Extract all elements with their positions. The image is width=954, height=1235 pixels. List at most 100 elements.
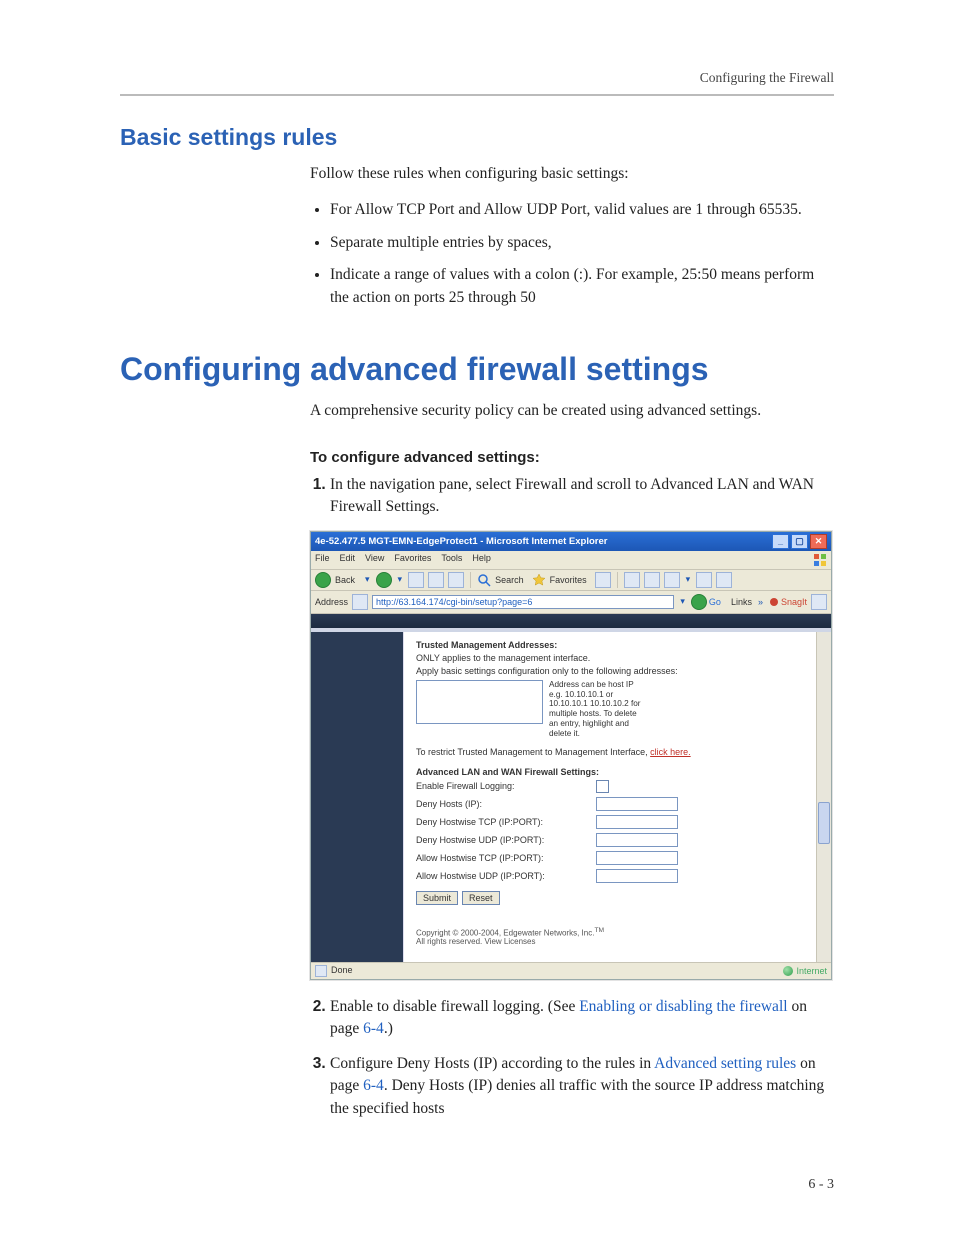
enable-logging-label: Enable Firewall Logging: <box>416 781 596 791</box>
stop-icon[interactable] <box>408 572 424 588</box>
enable-disable-firewall-link[interactable]: Enabling or disabling the firewall <box>579 998 787 1015</box>
go-icon <box>691 594 707 610</box>
page-ref-link[interactable]: 6-4 <box>363 1020 384 1037</box>
configure-steps-list-continued: Enable to disable firewall logging. (See… <box>310 996 834 1120</box>
status-done: Done <box>331 965 353 977</box>
basic-intro-paragraph: Follow these rules when configuring basi… <box>310 163 834 185</box>
print-icon[interactable] <box>644 572 660 588</box>
search-button[interactable]: Search <box>495 575 524 585</box>
page-number: 6 - 3 <box>808 1177 834 1193</box>
allow-udp-field[interactable] <box>596 869 678 883</box>
trusted-mgmt-heading: Trusted Management Addresses: <box>416 640 804 650</box>
heading-basic-settings-rules: Basic settings rules <box>120 124 834 151</box>
submit-button[interactable]: Submit <box>416 891 458 905</box>
menu-tools[interactable]: Tools <box>441 553 462 567</box>
edit-icon[interactable] <box>664 572 680 588</box>
deny-tcp-field[interactable] <box>596 815 678 829</box>
search-icon[interactable] <box>477 573 491 587</box>
copyright-text: Copyright © 2000-2004, Edgewater Network… <box>416 928 594 937</box>
status-page-icon <box>315 965 327 977</box>
refresh-icon[interactable] <box>428 572 444 588</box>
go-button[interactable]: Go <box>691 594 721 610</box>
browser-content-area: Trusted Management Addresses: ONLY appli… <box>311 632 831 962</box>
links-label[interactable]: Links <box>731 597 752 607</box>
menu-view[interactable]: View <box>365 553 384 567</box>
step-3-text: . Deny Hosts (IP) denies all traffic wit… <box>330 1077 824 1116</box>
navigation-pane[interactable] <box>311 632 403 962</box>
scrollbar-thumb[interactable] <box>818 802 830 844</box>
main-panel: Trusted Management Addresses: ONLY appli… <box>403 632 816 962</box>
go-label: Go <box>709 597 721 607</box>
enable-logging-row: Enable Firewall Logging: <box>416 780 804 793</box>
basic-rule-item: Separate multiple entries by spaces, <box>330 232 834 254</box>
restrict-mgmt-line: To restrict Trusted Management to Manage… <box>416 747 804 757</box>
step-2-text: .) <box>384 1020 393 1037</box>
menu-help[interactable]: Help <box>472 553 491 567</box>
forward-dropdown-icon[interactable]: ▾ <box>398 574 403 585</box>
step-2: Enable to disable firewall logging. (See… <box>330 996 834 1041</box>
allow-udp-label: Allow Hostwise UDP (IP:PORT): <box>416 871 596 881</box>
trusted-addresses-textarea[interactable] <box>416 680 543 724</box>
history-icon[interactable] <box>595 572 611 588</box>
heading-to-configure: To configure advanced settings: <box>310 449 834 466</box>
discuss-icon[interactable] <box>696 572 712 588</box>
embedded-screenshot: 4e-52.477.5 MGT-EMN-EdgeProtect1 - Micro… <box>310 531 832 980</box>
deny-hosts-ip-label: Deny Hosts (IP): <box>416 799 596 809</box>
minimize-button[interactable]: _ <box>772 534 789 549</box>
deny-tcp-label: Deny Hostwise TCP (IP:PORT): <box>416 817 596 827</box>
copyright-subtext: All rights reserved. View Licenses <box>416 937 535 946</box>
deny-udp-row: Deny Hostwise UDP (IP:PORT): <box>416 833 804 847</box>
back-icon[interactable] <box>315 572 331 588</box>
home-icon[interactable] <box>448 572 464 588</box>
maximize-button[interactable]: ▢ <box>791 534 808 549</box>
brand-strip <box>311 614 831 628</box>
address-field[interactable]: http://63.164.174/cgi-bin/setup?page=6 <box>372 595 674 609</box>
step-2-text: Enable to disable firewall logging. (See <box>330 998 579 1015</box>
mail-icon[interactable] <box>624 572 640 588</box>
deny-hosts-ip-row: Deny Hosts (IP): <box>416 797 804 811</box>
back-dropdown-icon[interactable]: ▾ <box>365 574 370 585</box>
snagit-button[interactable]: SnagIt <box>769 597 807 607</box>
favorites-button[interactable]: Favorites <box>550 575 587 585</box>
advanced-settings-body: A comprehensive security policy can be c… <box>310 400 834 1120</box>
vertical-scrollbar[interactable] <box>816 632 831 962</box>
forward-icon[interactable] <box>376 572 392 588</box>
research-icon[interactable] <box>716 572 732 588</box>
allow-udp-row: Allow Hostwise UDP (IP:PORT): <box>416 869 804 883</box>
advanced-setting-rules-link[interactable]: Advanced setting rules <box>654 1055 796 1072</box>
step-3-text: Configure Deny Hosts (IP) according to t… <box>330 1055 654 1072</box>
menu-file[interactable]: File <box>315 553 330 567</box>
allow-tcp-label: Allow Hostwise TCP (IP:PORT): <box>416 853 596 863</box>
address-bar: Address http://63.164.174/cgi-bin/setup?… <box>311 591 831 614</box>
menu-favorites[interactable]: Favorites <box>394 553 431 567</box>
windows-flag-icon <box>813 553 827 567</box>
deny-hosts-ip-field[interactable] <box>596 797 678 811</box>
deny-tcp-row: Deny Hostwise TCP (IP:PORT): <box>416 815 804 829</box>
menu-edit[interactable]: Edit <box>340 553 356 567</box>
back-button[interactable]: Back <box>335 575 355 585</box>
restrict-mgmt-text: To restrict Trusted Management to Manage… <box>416 747 650 757</box>
header-rule <box>120 94 834 96</box>
page-ref-link[interactable]: 6-4 <box>363 1077 384 1094</box>
click-here-link[interactable]: click here. <box>650 747 691 757</box>
reset-button[interactable]: Reset <box>462 891 500 905</box>
allow-tcp-row: Allow Hostwise TCP (IP:PORT): <box>416 851 804 865</box>
menu-bar: File Edit View Favorites Tools Help <box>311 551 831 570</box>
close-button[interactable]: ✕ <box>810 534 827 549</box>
tma-note: ONLY applies to the management interface… <box>416 653 804 663</box>
security-zone: Internet <box>783 965 827 977</box>
window-title-bar: 4e-52.477.5 MGT-EMN-EdgeProtect1 - Micro… <box>311 532 831 551</box>
browser-toolbar: Back ▾ ▾ Search Favorites ▾ <box>311 570 831 591</box>
document-page: Configuring the Firewall Basic settings … <box>0 0 954 1235</box>
snagit-capture-icon[interactable] <box>811 594 827 610</box>
copyright-line: Copyright © 2000-2004, Edgewater Network… <box>416 927 804 947</box>
enable-logging-checkbox[interactable] <box>596 780 609 793</box>
heading-configuring-advanced: Configuring advanced firewall settings <box>120 351 834 388</box>
deny-udp-field[interactable] <box>596 833 678 847</box>
favorites-star-icon[interactable] <box>532 573 546 587</box>
allow-tcp-field[interactable] <box>596 851 678 865</box>
trusted-addresses-help: Address can be host IP e.g. 10.10.10.1 o… <box>549 680 644 739</box>
snagit-label: SnagIt <box>781 597 807 607</box>
address-dropdown-icon[interactable]: ▾ <box>680 596 685 607</box>
tma-note: Apply basic settings configuration only … <box>416 666 804 676</box>
